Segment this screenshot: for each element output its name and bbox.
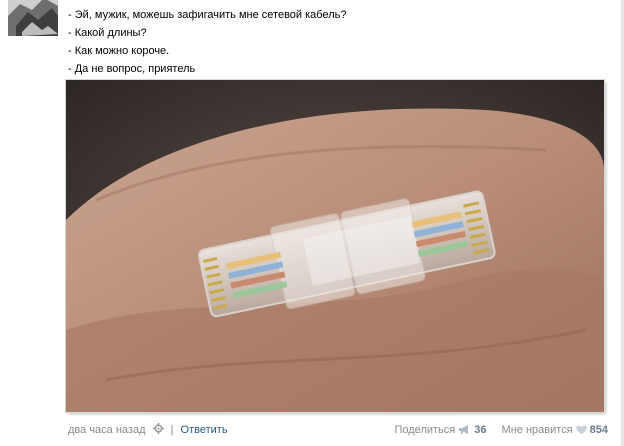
separator: |: [170, 424, 174, 436]
heart-icon: [575, 425, 587, 435]
like-button[interactable]: Мне нравится 854: [502, 424, 608, 436]
megaphone-icon: [459, 425, 469, 434]
post-photo[interactable]: [66, 80, 604, 412]
post-text: - Эй, мужик, можешь зафигачить мне сетев…: [68, 6, 608, 78]
post-meta: два часа назад | Ответить: [68, 422, 228, 438]
post-footer: два часа назад | Ответить Поделиться 36 …: [68, 422, 608, 438]
post-line: - Эй, мужик, можешь зафигачить мне сетев…: [68, 9, 347, 21]
post-actions: Поделиться 36 Мне нравится 854: [394, 422, 608, 438]
share-button[interactable]: Поделиться 36: [394, 424, 489, 436]
gear-icon[interactable]: [152, 423, 164, 434]
avatar[interactable]: [8, 0, 58, 36]
reply-link[interactable]: Ответить: [181, 424, 228, 436]
post-line: - Как можно короче.: [68, 45, 170, 57]
post-line: - Да не вопрос, приятель: [68, 63, 196, 75]
like-label: Мне нравится: [501, 424, 573, 436]
share-label: Поделиться: [394, 424, 456, 436]
avatar-image: [8, 0, 58, 36]
like-count: 854: [589, 424, 608, 436]
photo-image: [66, 80, 604, 412]
post-line: - Какой длины?: [68, 27, 147, 39]
share-count: 36: [474, 424, 487, 436]
post-time[interactable]: два часа назад: [68, 424, 145, 436]
